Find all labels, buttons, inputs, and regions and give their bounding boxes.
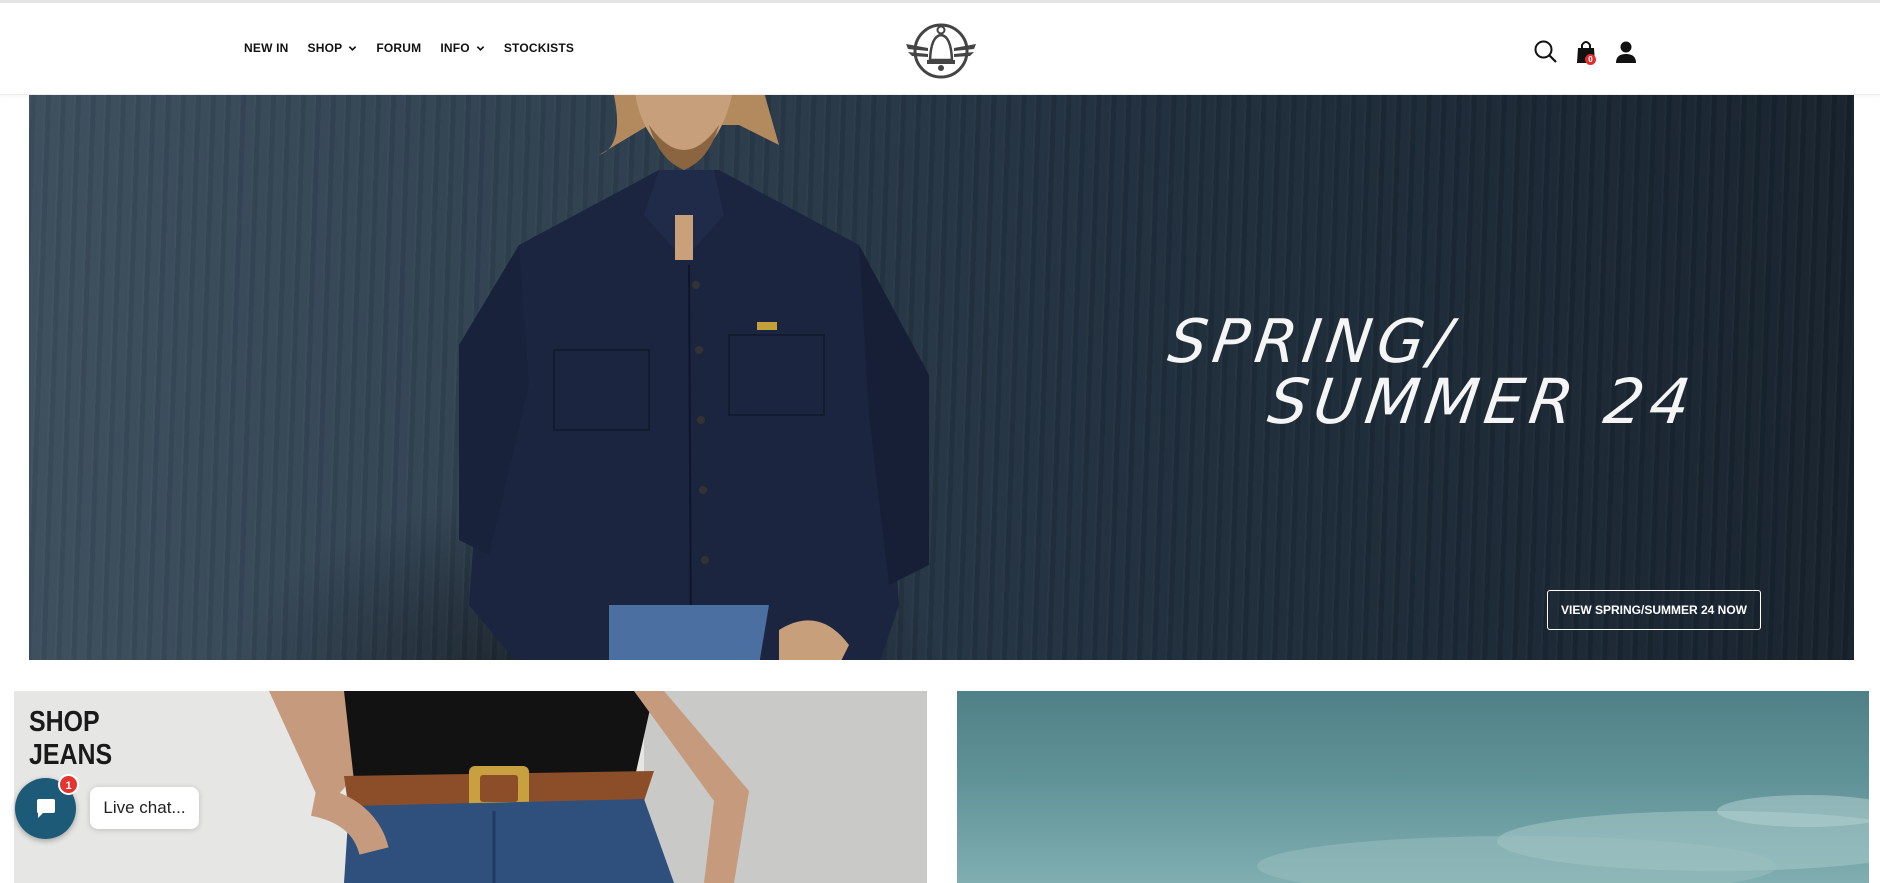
hero-banner[interactable]: SPRING/ SUMMER 24 VIEW SPRING/SUMMER 24 … bbox=[29, 95, 1854, 660]
nav-shop[interactable]: SHOP bbox=[308, 41, 358, 55]
chat-notification-badge: 1 bbox=[58, 774, 79, 795]
view-collection-button[interactable]: VIEW SPRING/SUMMER 24 NOW bbox=[1547, 590, 1761, 630]
nav-forum[interactable]: FORUM bbox=[376, 41, 421, 55]
shop-jeans-title: SHOP JEANS bbox=[29, 706, 112, 772]
nav-shop-label: SHOP bbox=[307, 41, 343, 55]
shop-jeans-title-line1: SHOP bbox=[29, 706, 100, 738]
chevron-down-icon bbox=[349, 45, 357, 51]
header-actions: 0 bbox=[1533, 39, 1653, 65]
nav-forum-label: FORUM bbox=[376, 41, 422, 55]
chevron-down-icon bbox=[476, 45, 485, 51]
user-icon bbox=[1616, 41, 1636, 63]
nav-stockists[interactable]: STOCKISTS bbox=[504, 41, 574, 55]
hero-model-image bbox=[459, 95, 929, 660]
chat-icon bbox=[36, 798, 55, 818]
search-button[interactable] bbox=[1533, 39, 1559, 65]
search-icon bbox=[1534, 40, 1557, 63]
hero-title-line2: SUMMER 24 bbox=[1263, 365, 1701, 438]
main-nav: NEW IN SHOP FORUM INFO STOCKISTS bbox=[244, 41, 593, 55]
bell-with-wings-icon[interactable] bbox=[904, 22, 978, 80]
nav-stockists-label: STOCKISTS bbox=[503, 41, 575, 55]
sky-tile[interactable] bbox=[957, 691, 1869, 883]
sky-image bbox=[1257, 795, 1869, 883]
site-header: NEW IN SHOP FORUM INFO STOCKISTS 0 bbox=[0, 3, 1880, 95]
nav-info[interactable]: INFO bbox=[440, 41, 485, 55]
nav-new-in-label: NEW IN bbox=[244, 41, 289, 55]
shop-jeans-title-line2: JEANS bbox=[29, 739, 113, 771]
cart-count-badge: 0 bbox=[1585, 54, 1596, 65]
live-chat-label[interactable]: Live chat... bbox=[90, 787, 199, 829]
account-button[interactable] bbox=[1613, 39, 1639, 65]
cart-button[interactable]: 0 bbox=[1573, 39, 1599, 65]
nav-new-in[interactable]: NEW IN bbox=[244, 41, 289, 55]
nav-info-label: INFO bbox=[440, 41, 470, 55]
